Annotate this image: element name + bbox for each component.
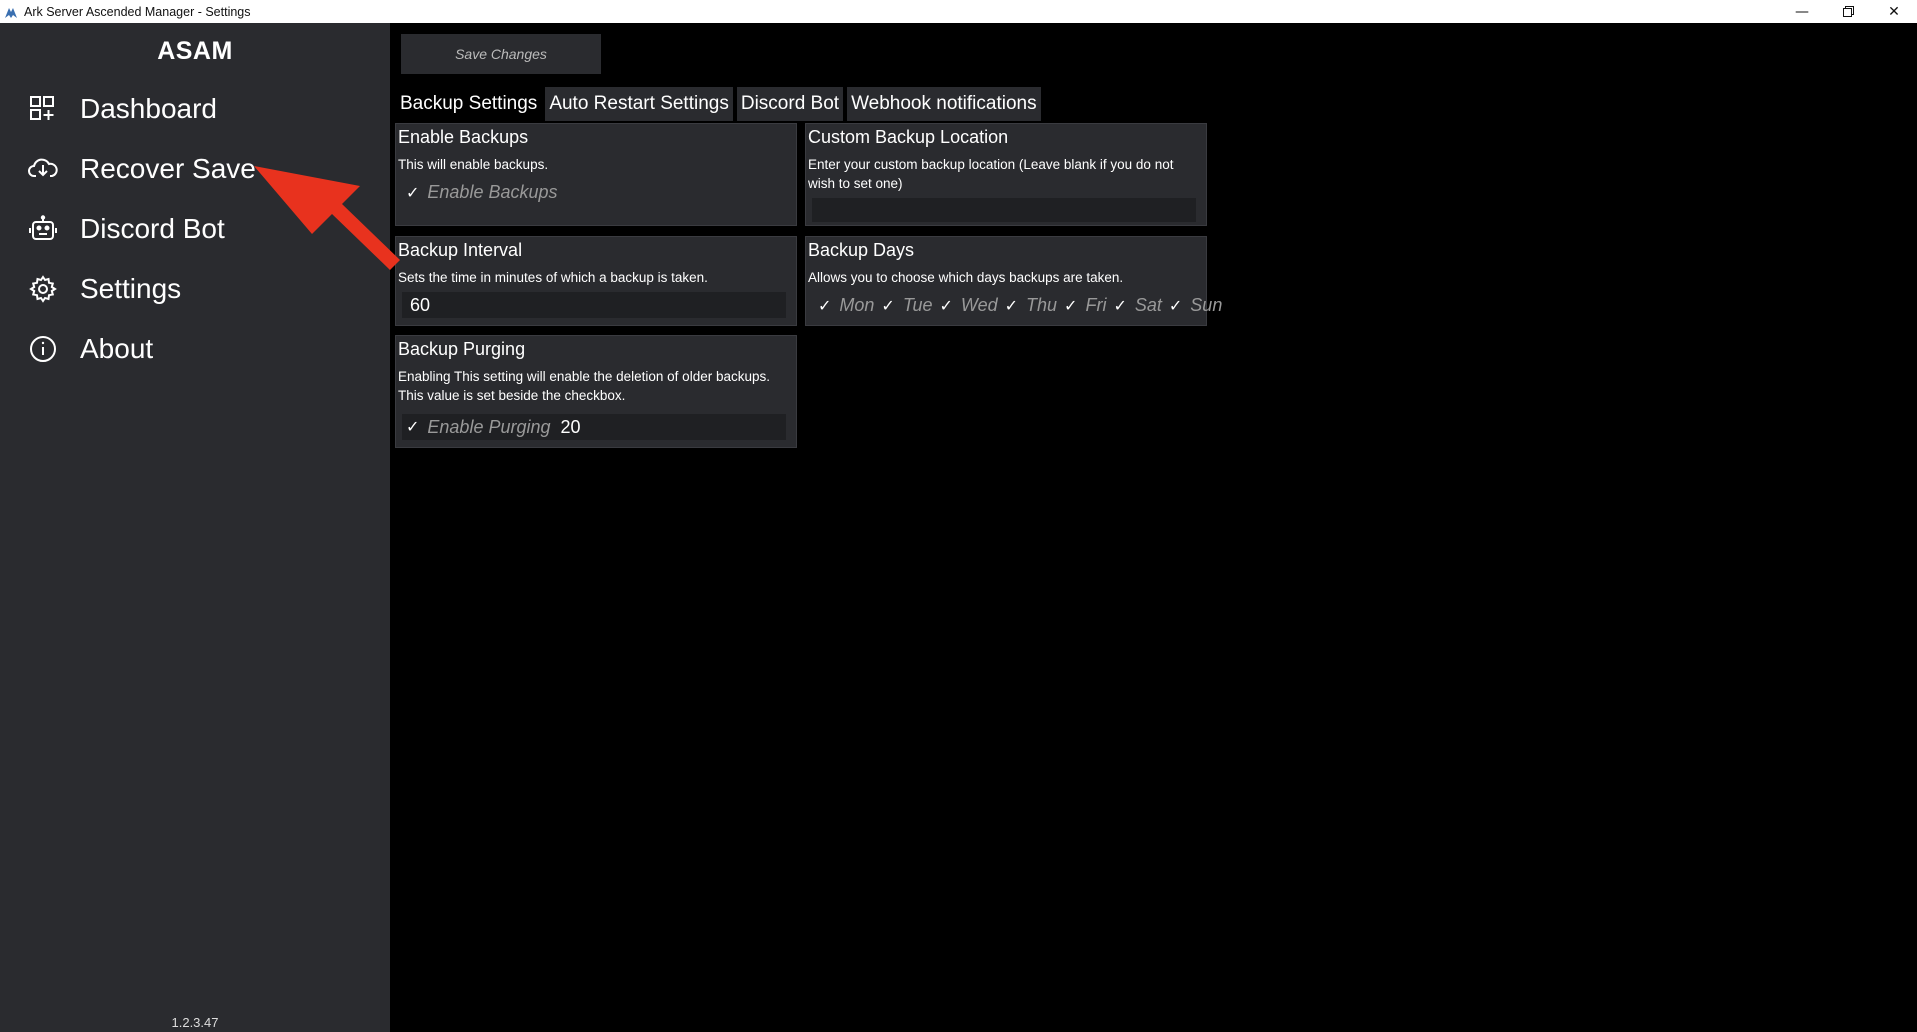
card-description-line: Enabling This setting will enable the de… [398, 369, 770, 384]
close-button[interactable]: ✕ [1871, 0, 1917, 23]
dashboard-grid-icon [28, 94, 58, 124]
checkbox-label: Sat [1134, 295, 1162, 315]
checkmark-icon: ✓ [939, 297, 953, 315]
checkbox-label: Thu [1026, 295, 1058, 315]
title-bar: Ark Server Ascended Manager - Settings —… [0, 0, 1917, 23]
sidebar-item-dashboard[interactable]: Dashboard [28, 89, 217, 129]
checkmark-icon: ✓ [1113, 297, 1127, 315]
checkbox-label: Tue [902, 295, 933, 315]
checkmark-icon: ✓ [881, 297, 895, 315]
checkmark-icon: ✓ [1064, 297, 1078, 315]
checkbox-label: Enable Backups [427, 182, 558, 202]
maximize-button[interactable] [1825, 0, 1871, 23]
app-logo-icon [4, 5, 18, 19]
checkbox-label: Fri [1085, 295, 1107, 315]
purging-count-input[interactable]: 20 [561, 417, 581, 438]
enable-purging-checkbox[interactable]: ✓ Enable Purging [406, 417, 551, 438]
day-checkbox-sun[interactable]: ✓ Sun [1169, 295, 1222, 316]
backup-purging-card: Backup Purging Enabling This setting wil… [395, 335, 797, 448]
checkbox-label: Sun [1190, 295, 1223, 315]
checkbox-label: Enable Purging [427, 416, 551, 437]
card-description: This will enable backups. [398, 157, 549, 172]
checkmark-icon: ✓ [1004, 297, 1019, 315]
card-description-line: This value is set beside the checkbox. [398, 388, 626, 403]
card-title: Enable Backups [398, 127, 529, 147]
backup-interval-card: Backup Interval Sets the time in minutes… [395, 236, 797, 326]
purging-row: ✓ Enable Purging 20 [402, 414, 786, 440]
backup-interval-input[interactable]: 60 [402, 292, 786, 318]
day-checkbox-mon[interactable]: ✓ Mon [818, 295, 874, 316]
sidebar-item-recover-save[interactable]: Recover Save [28, 149, 256, 189]
sidebar-item-label: Discord Bot [80, 213, 225, 244]
brand-title: ASAM [157, 37, 233, 65]
sidebar-item-label: Recover Save [80, 153, 256, 184]
sidebar-item-about[interactable]: About [28, 329, 153, 369]
card-description: Sets the time in minutes of which a back… [398, 270, 708, 285]
window-controls: — ✕ [1779, 0, 1917, 23]
info-icon [28, 334, 58, 364]
minimize-button[interactable]: — [1779, 0, 1825, 23]
day-checkbox-sat[interactable]: ✓ Sat [1113, 295, 1161, 316]
sidebar-item-label: Settings [80, 273, 182, 304]
day-checkbox-tue[interactable]: ✓ Tue [881, 295, 932, 316]
window-title: Ark Server Ascended Manager - Settings [24, 4, 251, 19]
card-description: Enter your custom backup location (Leave… [808, 157, 1174, 191]
settings-tabs: Backup Settings Auto Restart Settings Di… [396, 87, 1045, 121]
backup-days-card: Backup Days Allows you to choose which d… [805, 236, 1222, 326]
day-checkbox-wed[interactable]: ✓ Wed [940, 295, 998, 316]
sidebar-item-discord-bot[interactable]: Discord Bot [28, 209, 225, 249]
main-content: Save Changes Backup Settings Auto Restar… [390, 23, 1917, 1032]
day-checkbox-thu[interactable]: ✓ Thu [1005, 295, 1057, 316]
backup-days-checkboxes: ✓ Mon ✓ Tue ✓ Wed ✓ Thu ✓ Fri ✓ Sat ✓ Sun [818, 295, 1222, 316]
sidebar-item-label: About [80, 333, 154, 364]
gear-icon [28, 274, 58, 304]
version-label: 1.2.3.47 [171, 1015, 219, 1030]
card-title: Custom Backup Location [808, 127, 1009, 147]
tab-webhook-notifications[interactable]: Webhook notifications [847, 87, 1041, 121]
checkbox-label: Mon [839, 295, 875, 315]
tab-auto-restart-settings[interactable]: Auto Restart Settings [545, 87, 733, 121]
restore-icon [1842, 6, 1854, 17]
sidebar-item-label: Dashboard [80, 93, 217, 124]
day-checkbox-fri[interactable]: ✓ Fri [1064, 295, 1106, 316]
checkbox-label: Wed [960, 295, 998, 315]
card-title: Backup Interval [398, 240, 523, 260]
enable-backups-checkbox[interactable]: ✓ Enable Backups [406, 182, 558, 203]
card-description: Enabling This setting will enable the de… [398, 367, 770, 405]
annotation-arrow [254, 166, 400, 270]
tab-discord-bot[interactable]: Discord Bot [736, 87, 844, 121]
card-title: Backup Days [808, 240, 915, 260]
save-changes-button[interactable]: Save Changes [401, 34, 601, 74]
card-description: Allows you to choose which days backups … [808, 270, 1124, 285]
enable-backups-card: Enable Backups This will enable backups.… [395, 123, 797, 226]
tab-backup-settings[interactable]: Backup Settings [396, 87, 542, 121]
checkmark-icon: ✓ [406, 419, 420, 436]
checkmark-icon: ✓ [1168, 297, 1183, 315]
card-title: Backup Purging [398, 339, 526, 359]
custom-backup-location-card: Custom Backup Location Enter your custom… [805, 123, 1207, 226]
cloud-download-icon [28, 154, 58, 184]
custom-backup-location-input[interactable] [812, 198, 1196, 222]
sidebar-item-settings[interactable]: Settings [28, 269, 181, 309]
checkmark-icon: ✓ [818, 297, 832, 315]
bot-icon [28, 214, 58, 244]
